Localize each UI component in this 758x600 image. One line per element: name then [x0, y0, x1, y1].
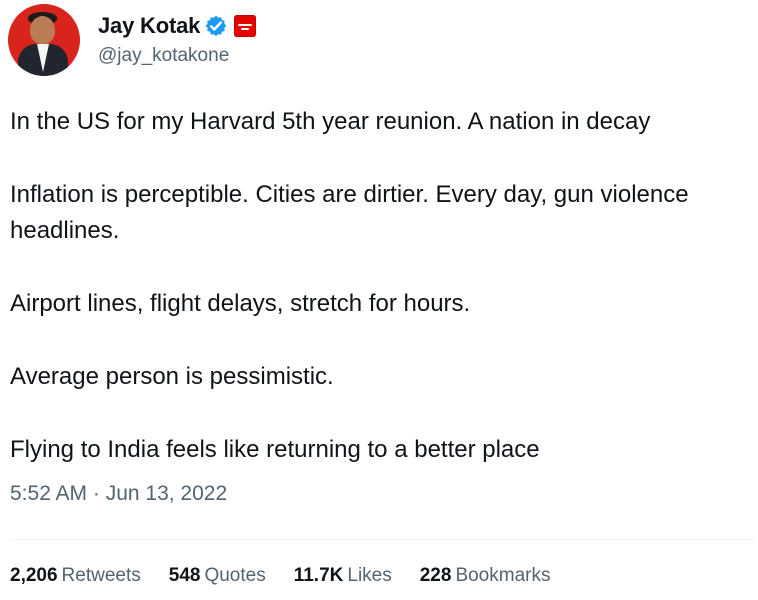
tweet-paragraph: Flying to India feels like returning to …: [10, 436, 540, 463]
affiliation-badge-icon[interactable]: [234, 15, 257, 37]
retweets-stat[interactable]: 2,206 Retweets: [10, 565, 141, 587]
divider: [10, 539, 755, 540]
verified-badge-icon: [204, 14, 228, 38]
tweet-header: Jay Kotak @jay_kotakone: [8, 4, 257, 76]
tweet-card: Jay Kotak @jay_kotakone In the US for my…: [0, 0, 758, 600]
engagement-stats: 2,206 Retweets 548 Quotes 11.7K Likes 22…: [10, 565, 578, 587]
bookmarks-label: Bookmarks: [455, 565, 551, 586]
author-name[interactable]: Jay Kotak: [98, 13, 200, 39]
quotes-label: Quotes: [204, 565, 266, 586]
retweets-count: 2,206: [10, 565, 58, 586]
tweet-paragraph: Airport lines, flight delays, stretch fo…: [10, 290, 471, 317]
tweet-paragraph: In the US for my Harvard 5th year reunio…: [10, 108, 651, 135]
retweets-label: Retweets: [61, 565, 141, 586]
tweet-text: In the US for my Harvard 5th year reunio…: [10, 104, 755, 468]
likes-label: Likes: [347, 565, 392, 586]
quotes-stat[interactable]: 548 Quotes: [169, 565, 266, 587]
tweet-timestamp[interactable]: 5:52 AM · Jun 13, 2022: [10, 482, 227, 506]
bookmarks-stat[interactable]: 228 Bookmarks: [420, 565, 551, 587]
bookmarks-count: 228: [419, 565, 452, 586]
quotes-count: 548: [168, 565, 201, 586]
author-identity: Jay Kotak @jay_kotakone: [98, 4, 257, 76]
author-name-row: Jay Kotak: [98, 13, 257, 39]
avatar[interactable]: [8, 4, 80, 76]
author-handle[interactable]: @jay_kotakone: [98, 45, 256, 67]
tweet-paragraph: Average person is pessimistic.: [10, 363, 334, 390]
likes-stat[interactable]: 11.7K Likes: [294, 565, 392, 587]
avatar-face: [30, 16, 55, 44]
likes-count: 11.7K: [293, 565, 344, 586]
tweet-paragraph: Inflation is perceptible. Cities are dir…: [10, 181, 696, 244]
